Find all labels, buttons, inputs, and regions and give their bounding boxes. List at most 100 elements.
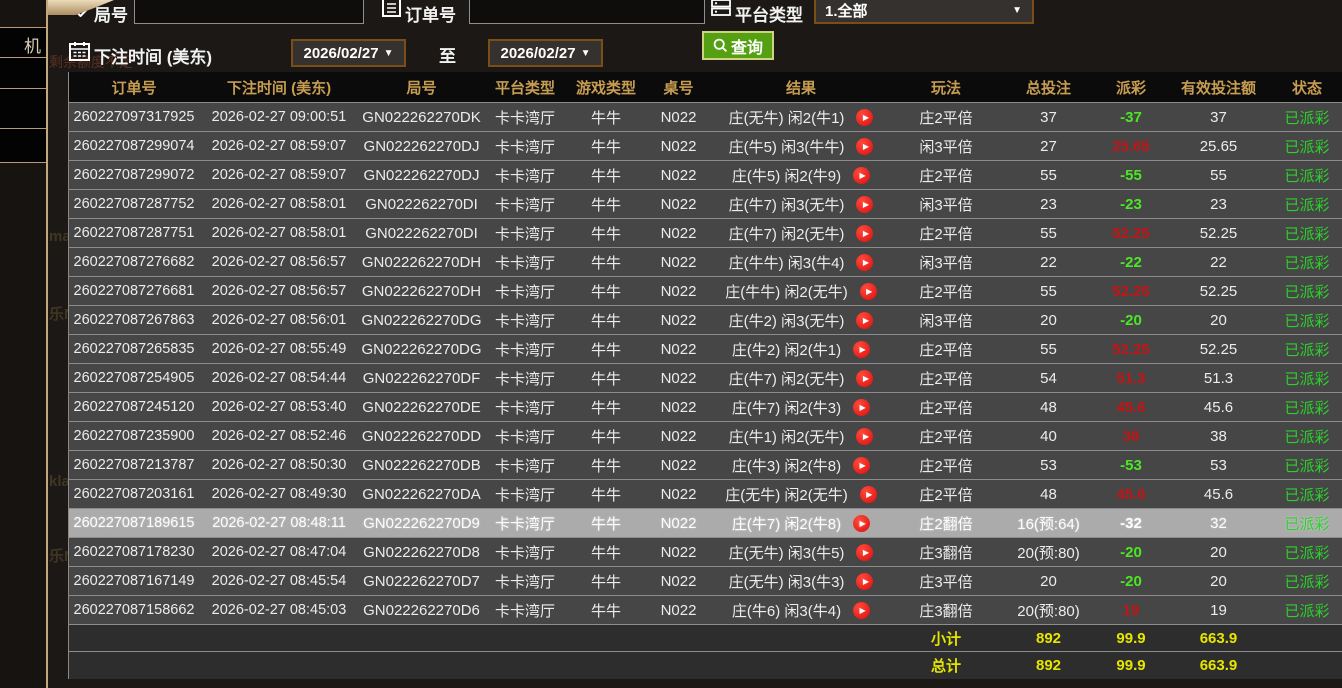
cell-status: 已派彩	[1271, 571, 1342, 592]
cell-round: GN022262270D6	[359, 602, 484, 619]
cell-method: 庄2平倍	[891, 397, 1001, 418]
play-video-button[interactable]: ▶	[856, 312, 873, 329]
play-video-button[interactable]: ▶	[856, 225, 873, 242]
order-number-input[interactable]	[469, 0, 705, 24]
column-header-12: 状态	[1271, 77, 1342, 98]
round-number-input[interactable]	[134, 0, 364, 24]
play-video-button[interactable]: ▶	[856, 196, 873, 213]
table-row[interactable]: 2602270872877522026-02-27 08:58:01GN0222…	[69, 189, 1342, 218]
cell-time: 2026-02-27 08:56:01	[199, 312, 359, 328]
cell-game: 牛牛	[566, 542, 646, 563]
play-video-button[interactable]: ▶	[853, 167, 870, 184]
table-row[interactable]: 2602270872766812026-02-27 08:56:57GN0222…	[69, 276, 1342, 305]
play-video-button[interactable]: ▶	[853, 341, 870, 358]
table-row[interactable]: 2602270872877512026-02-27 08:58:01GN0222…	[69, 218, 1342, 247]
cell-status: 已派彩	[1271, 397, 1342, 418]
sidebar-menu-item[interactable]	[0, 57, 46, 88]
cell-time: 2026-02-27 08:56:57	[199, 254, 359, 270]
cell-order: 260227087178230	[69, 544, 199, 560]
cell-table_no: N022	[646, 109, 711, 126]
play-video-button[interactable]: ▶	[853, 602, 870, 619]
cell-order: 260227097317925	[69, 109, 199, 125]
cell-payout: -53	[1096, 457, 1166, 474]
cell-payout: 25.65	[1096, 138, 1166, 155]
date-to-select[interactable]: 2026/02/27 ▼	[488, 39, 603, 67]
cell-table_no: N022	[646, 370, 711, 387]
table-row[interactable]: 2602270872137872026-02-27 08:50:30GN0222…	[69, 450, 1342, 479]
result-text: 庄(牛7) 闲2(无牛)	[729, 223, 845, 244]
table-row[interactable]: 2602270872359002026-02-27 08:52:46GN0222…	[69, 421, 1342, 450]
cell-method: 庄3翻倍	[891, 542, 1001, 563]
table-row[interactable]: 2602270872990722026-02-27 08:59:07GN0222…	[69, 160, 1342, 189]
cell-valid: 37	[1166, 109, 1271, 126]
cell-method: 庄2翻倍	[891, 513, 1001, 534]
cell-result: 庄(牛2) 闲3(无牛)▶	[711, 310, 891, 331]
column-header-11: 有效投注额	[1166, 77, 1271, 98]
table-row[interactable]: 2602270871671492026-02-27 08:45:54GN0222…	[69, 566, 1342, 595]
cell-order: 260227087276681	[69, 283, 199, 299]
play-video-button[interactable]: ▶	[860, 486, 877, 503]
cell-platform: 卡卡湾厅	[484, 397, 566, 418]
play-video-button[interactable]: ▶	[853, 399, 870, 416]
cell-valid: 20	[1166, 312, 1271, 329]
subtotal-label: 小计	[891, 628, 1001, 649]
table-row[interactable]: 2602270871896152026-02-27 08:48:11GN0222…	[69, 508, 1342, 537]
table-row[interactable]: 2602270872549052026-02-27 08:54:44GN0222…	[69, 363, 1342, 392]
table-row[interactable]: 2602270872990742026-02-27 08:59:07GN0222…	[69, 131, 1342, 160]
play-video-button[interactable]: ▶	[860, 283, 877, 300]
play-video-button[interactable]: ▶	[856, 573, 873, 590]
betting-records-screen: 机 manda乐N73klaus乐N07 剩余额度不足 局号 订单号 平台类型 …	[0, 0, 1342, 688]
table-row[interactable]: 2602270872451202026-02-27 08:53:40GN0222…	[69, 392, 1342, 421]
platform-type-select[interactable]: 1.全部 ▼	[814, 0, 1034, 24]
sidebar-menu-item[interactable]: 机	[0, 27, 46, 57]
result-text: 庄(牛7) 闲2(无牛)	[729, 368, 845, 389]
background-faint-text: manda	[49, 228, 68, 245]
cell-round: GN022262270D9	[359, 515, 484, 532]
play-video-button[interactable]: ▶	[856, 109, 873, 126]
cell-bet: 40	[1001, 428, 1096, 445]
table-row[interactable]: 2602270872766822026-02-27 08:56:57GN0222…	[69, 247, 1342, 276]
platform-type-label: 平台类型	[735, 1, 803, 26]
cell-valid: 45.6	[1166, 399, 1271, 416]
play-video-button[interactable]: ▶	[856, 370, 873, 387]
play-video-button[interactable]: ▶	[856, 428, 873, 445]
cell-valid: 32	[1166, 515, 1271, 532]
cell-time: 2026-02-27 08:53:40	[199, 399, 359, 415]
cell-game: 牛牛	[566, 368, 646, 389]
cell-time: 2026-02-27 08:45:54	[199, 573, 359, 589]
play-video-button[interactable]: ▶	[856, 544, 873, 561]
cell-table_no: N022	[646, 138, 711, 155]
date-from-select[interactable]: 2026/02/27 ▼	[291, 39, 406, 67]
table-row[interactable]: 2602270871586622026-02-27 08:45:03GN0222…	[69, 595, 1342, 624]
date-from-value: 2026/02/27	[304, 45, 379, 62]
play-video-button[interactable]: ▶	[853, 515, 870, 532]
cell-result: 庄(无牛) 闲2(牛1)▶	[711, 107, 891, 128]
column-header-10: 派彩	[1096, 77, 1166, 98]
query-button-label: 查询	[731, 34, 763, 58]
cell-game: 牛牛	[566, 252, 646, 273]
cell-round: GN022262270DA	[359, 486, 484, 503]
cell-order: 260227087287751	[69, 225, 199, 241]
result-text: 庄(牛5) 闲2(牛9)	[732, 165, 841, 186]
cell-valid: 52.25	[1166, 341, 1271, 358]
query-button[interactable]: 查询	[702, 31, 774, 60]
play-video-button[interactable]: ▶	[856, 138, 873, 155]
play-video-button[interactable]: ▶	[853, 457, 870, 474]
cell-valid: 51.3	[1166, 370, 1271, 387]
cell-payout: -55	[1096, 167, 1166, 184]
cell-order: 260227087245120	[69, 399, 199, 415]
table-row[interactable]: 2602270872658352026-02-27 08:55:49GN0222…	[69, 334, 1342, 363]
cell-time: 2026-02-27 08:49:30	[199, 486, 359, 502]
table-row[interactable]: 2602270973179252026-02-27 09:00:51GN0222…	[69, 102, 1342, 131]
cell-valid: 19	[1166, 602, 1271, 619]
play-video-button[interactable]: ▶	[856, 254, 873, 271]
table-row[interactable]: 2602270872031612026-02-27 08:49:30GN0222…	[69, 479, 1342, 508]
table-row[interactable]: 2602270871782302026-02-27 08:47:04GN0222…	[69, 537, 1342, 566]
cell-status: 已派彩	[1271, 339, 1342, 360]
cell-table_no: N022	[646, 457, 711, 474]
cell-result: 庄(牛7) 闲2(牛3)▶	[711, 397, 891, 418]
sidebar-menu-item[interactable]	[0, 128, 46, 163]
sidebar-menu-item[interactable]	[0, 88, 46, 128]
cell-status: 已派彩	[1271, 368, 1342, 389]
table-row[interactable]: 2602270872678632026-02-27 08:56:01GN0222…	[69, 305, 1342, 334]
